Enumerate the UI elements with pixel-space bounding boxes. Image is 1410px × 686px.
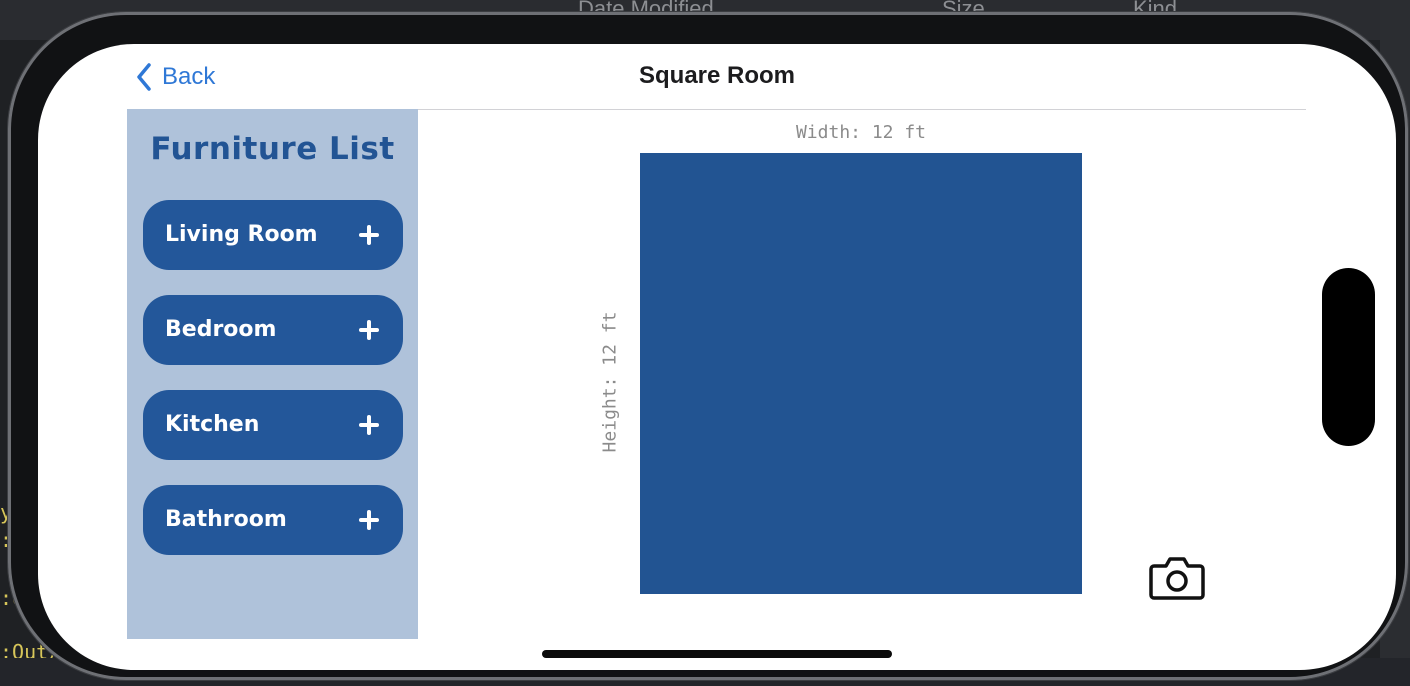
- app-screen: Back Square Room Furniture List Living R…: [38, 44, 1396, 670]
- plus-icon: [359, 415, 379, 435]
- room-height-text: Height: 12 ft: [599, 311, 621, 453]
- room-canvas[interactable]: [640, 153, 1082, 594]
- furniture-sidebar: Furniture List Living Room Bedroom Kitch…: [127, 109, 418, 639]
- category-label: Living Room: [165, 222, 318, 247]
- category-label: Bedroom: [165, 317, 277, 342]
- phone-frame: Back Square Room Furniture List Living R…: [8, 12, 1408, 680]
- category-label: Bathroom: [165, 507, 287, 532]
- category-button-living-room[interactable]: Living Room: [143, 200, 403, 270]
- camera-icon: [1149, 557, 1205, 600]
- plus-icon: [359, 320, 379, 340]
- camera-button[interactable]: [1148, 552, 1206, 602]
- room-width-label: Width: 12 ft: [795, 122, 927, 143]
- page-title: Square Room: [638, 62, 796, 89]
- category-button-bathroom[interactable]: Bathroom: [143, 485, 403, 555]
- category-label: Kitchen: [165, 412, 260, 437]
- dynamic-island: [1322, 268, 1375, 446]
- plus-icon: [359, 225, 379, 245]
- sidebar-title: Furniture List: [150, 131, 395, 167]
- plus-icon: [359, 510, 379, 530]
- home-indicator[interactable]: [542, 650, 892, 658]
- category-button-bedroom[interactable]: Bedroom: [143, 295, 403, 365]
- category-button-kitchen[interactable]: Kitchen: [143, 390, 403, 460]
